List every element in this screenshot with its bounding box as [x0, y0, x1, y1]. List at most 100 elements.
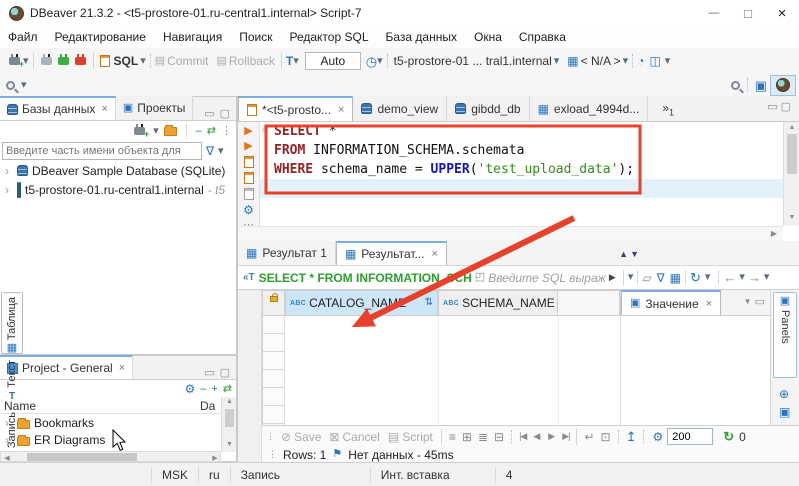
transaction-dropdown-icon[interactable]: ▾ — [293, 55, 299, 67]
active-filter-text[interactable]: SELECT * FROM INFORMATION_SCH — [259, 271, 472, 285]
metadata-panel-icon[interactable]: ⊕ — [779, 388, 789, 400]
scroll-right-icon[interactable]: ▶ — [771, 230, 777, 238]
link-icon[interactable]: ⇄ — [223, 383, 232, 395]
column-header-date[interactable]: Da — [200, 399, 215, 413]
delete-row-icon[interactable]: ⊟ — [494, 431, 504, 443]
tree-item-er-diagrams[interactable]: › ER Diagrams — [0, 431, 236, 448]
project-vscrollbar[interactable]: ▲ ▼ — [221, 397, 236, 452]
nav-back-icon[interactable]: ← — [723, 271, 736, 284]
commit-mode-combo[interactable]: Auto — [304, 52, 361, 70]
cancel-button[interactable]: Cancel — [342, 430, 379, 444]
editor-vscrollbar[interactable]: ▲ ▼ — [783, 122, 799, 226]
column-header-name[interactable]: Name — [0, 399, 200, 413]
result-tab-close-icon[interactable]: × — [432, 248, 438, 260]
eraser-icon[interactable]: ▱ — [642, 272, 651, 284]
results-grid[interactable] — [285, 316, 620, 425]
history-dropdown-icon[interactable]: ▾ — [377, 55, 383, 67]
connect-icon[interactable] — [40, 54, 52, 65]
menu-search[interactable]: Поиск — [239, 30, 272, 44]
close-button[interactable]: × — [765, 0, 799, 26]
tree-item-t5-prostore[interactable]: › t5-prostore-01.ru-central1.internal - … — [0, 180, 236, 199]
tab-projects[interactable]: ▣ Проекты — [115, 96, 194, 120]
commit-button[interactable]: Commit — [167, 54, 208, 68]
execute-script-new-icon[interactable] — [243, 172, 254, 184]
search-icon[interactable] — [6, 80, 15, 90]
quick-search-icon[interactable] — [730, 80, 740, 90]
tab-result-1[interactable]: ▦ Результат 1 — [238, 241, 336, 265]
menu-window[interactable]: Окна — [474, 30, 502, 44]
object-filter-input[interactable] — [2, 142, 202, 160]
sql-editor-button[interactable]: SQL — [114, 54, 139, 68]
sql-line[interactable]: FROM INFORMATION_SCHEMA.schemata — [260, 141, 783, 160]
expander-icon[interactable]: › — [5, 183, 13, 197]
tab-overflow-button[interactable]: »1 — [662, 101, 674, 117]
panel-minimize-icon[interactable]: ▭ — [204, 368, 214, 379]
editor-tab-close-icon[interactable]: × — [338, 104, 344, 116]
sql-line[interactable]: WHERE schema_name = UPPER('test_upload_d… — [260, 160, 783, 179]
filter-dropdown-icon[interactable]: ▾ — [218, 145, 224, 157]
tree-item-bookmarks[interactable]: › Bookmarks — [0, 414, 236, 431]
pin-result-icon[interactable]: ▲ — [619, 250, 628, 259]
fold-marker-icon[interactable]: ⊝ — [262, 125, 268, 136]
menu-edit[interactable]: Редактирование — [55, 30, 146, 44]
search-dropdown-icon[interactable]: ▾ — [21, 79, 27, 91]
dashboard-icon[interactable]: ◔ — [637, 55, 644, 67]
refresh-dropdown-icon[interactable]: ▾ — [705, 272, 711, 283]
menu-help[interactable]: Справка — [519, 30, 566, 44]
link-editor-icon[interactable]: ⇄ — [207, 125, 216, 137]
sql-editor[interactable]: ⊝ SELECT * FROM INFORMATION_SCHEMA.schema… — [260, 122, 783, 241]
fetch-settings-icon[interactable]: ⚙ — [652, 431, 663, 443]
new-connection-icon[interactable]: + — [9, 54, 24, 69]
tab-gibdd-db[interactable]: gibdd_db — [447, 96, 530, 121]
tab-text-presentation[interactable]: Текст T — [1, 360, 23, 406]
auto-refresh-icon[interactable]: ↻ — [723, 430, 734, 443]
view-menu-icon[interactable]: ⋮ — [221, 125, 232, 137]
value-view-icon[interactable]: ▣ — [779, 406, 790, 418]
last-row-icon[interactable]: ▶| — [562, 432, 570, 441]
tab-script-7[interactable]: *<t5-prosto... × — [238, 96, 354, 121]
nav-connection-dropdown-icon[interactable]: ▾ — [153, 125, 159, 137]
save-button[interactable]: Save — [294, 430, 321, 444]
dbeaver-perspective-button[interactable] — [770, 74, 796, 96]
value-tab-close-icon[interactable]: × — [706, 298, 712, 310]
minimize-button[interactable]: — — [697, 0, 731, 26]
settings-gear-icon[interactable]: ⚙ — [184, 383, 195, 395]
value-panel-body[interactable] — [620, 316, 770, 425]
panel-maximize-icon[interactable]: ▢ — [220, 109, 230, 120]
edit-row-icon[interactable]: ≡ — [449, 431, 456, 443]
tab-exload[interactable]: ▦ exload_4994d... — [530, 96, 649, 121]
filter-funnel-icon[interactable]: ∇ — [206, 145, 214, 157]
collapse-all-icon[interactable]: ‒ — [196, 125, 202, 137]
expand-icon[interactable]: + — [211, 383, 217, 395]
collapse-icon[interactable]: ‒ — [200, 383, 206, 395]
reconnect-icon[interactable] — [57, 54, 69, 65]
project-tab-close-icon[interactable]: × — [119, 362, 125, 374]
back-dropdown-icon[interactable]: ▾ — [739, 272, 745, 283]
filter-placeholder[interactable]: Введите SQL выраж — [488, 271, 606, 285]
filters-icon[interactable]: ∇ — [657, 272, 665, 284]
connection-dropdown-icon[interactable]: ▾ — [554, 55, 560, 67]
connection-selector[interactable]: t5-prostore-01 ... tral1.internal — [394, 54, 552, 68]
goto-row-icon[interactable]: ↵ — [584, 431, 594, 443]
grid-corner-cell[interactable] — [262, 290, 285, 316]
expand-filter-icon[interactable]: ◰ — [475, 272, 485, 283]
tab-databases[interactable]: Базы данных × — [0, 96, 116, 120]
refresh-icon[interactable]: ↻ — [690, 271, 701, 284]
language-indicator[interactable]: ru — [199, 466, 231, 483]
nav-forward-icon[interactable]: → — [748, 271, 761, 284]
fetch-size-input[interactable] — [667, 428, 714, 445]
column-filter-sort-icon[interactable]: ⇅ — [425, 298, 433, 308]
history-icon[interactable]: ◷ — [366, 55, 377, 68]
tab-value-viewer[interactable]: ▣ Значение × — [621, 290, 722, 315]
column-header-catalog-name[interactable]: ABC CATALOG_NAME ⇅ — [285, 290, 438, 316]
grid-settings-icon[interactable]: ▦ — [670, 272, 681, 284]
prev-row-icon[interactable]: ◀ — [533, 432, 540, 441]
explain-plan-icon[interactable] — [243, 188, 254, 200]
forward-dropdown-icon[interactable]: ▾ — [764, 272, 770, 283]
databases-tab-close-icon[interactable]: × — [101, 103, 107, 115]
tab-result-2[interactable]: ▦ Результат... × — [335, 241, 447, 265]
copy-row-icon[interactable]: ≣ — [478, 431, 488, 443]
panel-maximize-icon[interactable]: ▢ — [220, 368, 230, 379]
editor-hscrollbar[interactable]: ▶ — [237, 226, 783, 241]
maximize-button[interactable]: □ — [731, 0, 765, 26]
